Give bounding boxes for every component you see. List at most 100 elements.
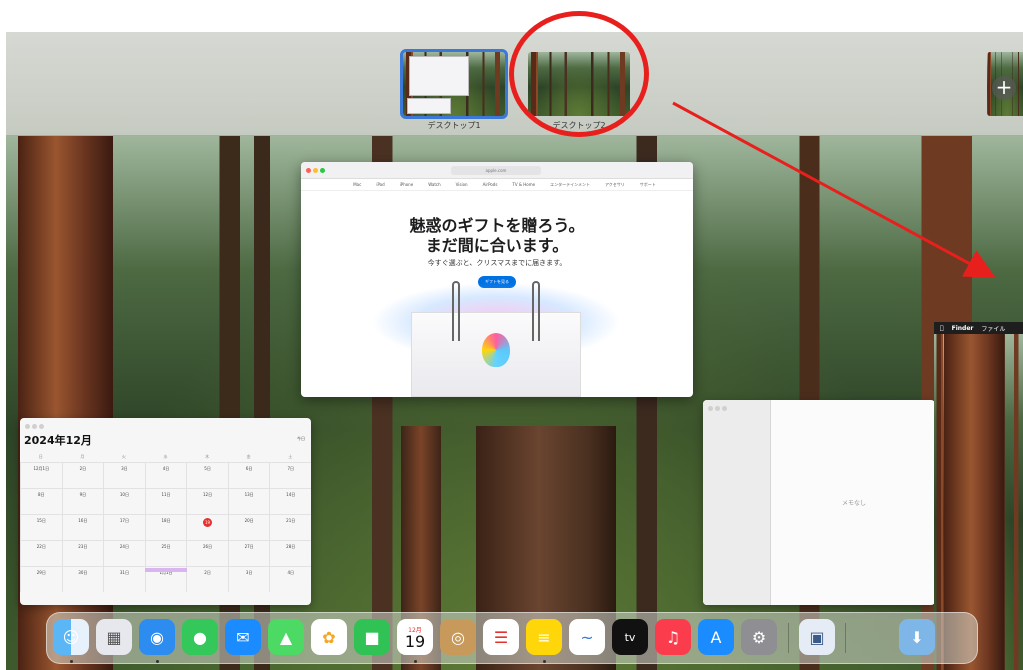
calendar-icon[interactable]: 12月 19 [397, 619, 433, 655]
day-cell[interactable]: 4日 [144, 462, 187, 488]
maps-icon[interactable]: ▲ [268, 619, 304, 655]
day-cell[interactable]: 25日 [144, 540, 187, 566]
apple-menu-icon[interactable]:  [940, 325, 944, 332]
zoom-button[interactable] [39, 424, 44, 429]
menu-file[interactable]: ファイル [981, 324, 1005, 333]
day-cell[interactable]: 4日 [269, 566, 311, 592]
nav-item[interactable]: TV & Home [512, 182, 535, 187]
mail-icon[interactable]: ✉ [225, 619, 261, 655]
notes-window[interactable]: メモなし [703, 400, 935, 605]
safari-window[interactable]: apple.com Mac iPad iPhone Watch Vision A… [301, 162, 693, 397]
calendar-window[interactable]: 2024年12月 今日 日 月 火 水 木 金 土 12月1日 2日 3日 4日… [20, 418, 311, 605]
today-cell[interactable]: 19 [186, 514, 228, 540]
weekday-label: 金 [246, 454, 251, 459]
nav-item[interactable]: Vision [456, 182, 468, 187]
add-desktop-button[interactable]: + [992, 76, 1016, 100]
tv-icon[interactable]: tv [612, 619, 648, 655]
day-cell[interactable]: 29日 [20, 566, 62, 592]
preview-icon[interactable]: ▣ [799, 619, 835, 655]
day-cell[interactable]: 7日 [269, 462, 311, 488]
weekday-label: 月 [80, 454, 85, 459]
today-button[interactable]: 今日 [297, 436, 305, 442]
nav-item[interactable]: Mac [353, 182, 361, 187]
facetime-icon[interactable]: ■ [354, 619, 390, 655]
day-cell[interactable]: 27日 [227, 540, 270, 566]
hero-title-line-2: まだ間に合います。 [425, 236, 569, 255]
day-cell[interactable]: 15日 [20, 514, 62, 540]
day-cell[interactable]: 12日 [186, 488, 228, 514]
nav-item[interactable]: iPhone [400, 182, 414, 187]
zoom-button[interactable] [320, 168, 325, 173]
desktop-1-thumbnail[interactable] [400, 49, 508, 119]
minimize-button[interactable] [313, 168, 318, 173]
day-cell[interactable]: 8日 [20, 488, 62, 514]
weekday-label: 水 [163, 454, 168, 459]
day-cell[interactable]: 14日 [269, 488, 311, 514]
close-button[interactable] [708, 406, 713, 411]
minimize-button[interactable] [32, 424, 37, 429]
day-cell[interactable]: 28日 [269, 540, 311, 566]
close-button[interactable] [25, 424, 30, 429]
nav-item[interactable]: アクセサリ [605, 182, 625, 188]
zoom-button[interactable] [722, 406, 727, 411]
finder-icon[interactable]: ☺ [53, 619, 89, 655]
settings-icon[interactable]: ⚙ [741, 619, 777, 655]
dock: ☺ ▦ ◉ ● ✉ ▲ ✿ ■ 12月 19 ◎ ☰ ≡ ~ tv ♫ A ⚙ … [46, 612, 978, 664]
day-cell[interactable]: 17日 [103, 514, 145, 540]
dock-separator [845, 623, 846, 653]
day-cell[interactable]: 10日 [103, 488, 145, 514]
day-cell[interactable]: 20日 [227, 514, 270, 540]
day-cell[interactable]: 18日 [144, 514, 187, 540]
nav-item[interactable]: Watch [428, 182, 440, 187]
freeform-icon[interactable]: ~ [569, 619, 605, 655]
notes-icon[interactable]: ≡ [526, 619, 562, 655]
contacts-icon[interactable]: ◎ [440, 619, 476, 655]
day-cell[interactable]: 30日 [61, 566, 104, 592]
nav-item[interactable]: iPad [376, 182, 384, 187]
calendar-event[interactable] [145, 568, 187, 572]
reminders-icon[interactable]: ☰ [483, 619, 519, 655]
day-cell[interactable]: 26日 [186, 540, 228, 566]
day-cell[interactable]: 3日 [103, 462, 145, 488]
menu-finder[interactable]: Finder [952, 325, 974, 332]
bag-handle [452, 281, 460, 341]
hero-title: 魅惑のギフトを贈ろう。 まだ間に合います。 [301, 216, 693, 256]
menu-bar:  Finder ファイル [934, 322, 1023, 334]
tv-icon-label: tv [624, 630, 636, 644]
annotation-circle [509, 11, 649, 137]
weekday-label: 木 [205, 454, 210, 459]
messages-icon[interactable]: ● [182, 619, 218, 655]
bag-handle [532, 281, 540, 341]
day-cell[interactable]: 23日 [61, 540, 104, 566]
launchpad-icon[interactable]: ▦ [96, 619, 132, 655]
nav-item[interactable]: AirPods [483, 182, 498, 187]
appstore-icon[interactable]: A [698, 619, 734, 655]
mini-calendar-window [407, 98, 451, 114]
day-cell[interactable]: 13日 [227, 488, 270, 514]
nav-item[interactable]: サポート [640, 182, 656, 188]
safari-toolbar: apple.com [301, 162, 693, 179]
close-button[interactable] [306, 168, 311, 173]
minimize-button[interactable] [715, 406, 720, 411]
day-cell[interactable]: 5日 [186, 462, 228, 488]
day-cell[interactable]: 2日 [186, 566, 228, 592]
day-cell[interactable]: 11日 [144, 488, 187, 514]
safari-icon[interactable]: ◉ [139, 619, 175, 655]
day-cell[interactable]: 9日 [61, 488, 104, 514]
day-cell[interactable]: 6日 [227, 462, 270, 488]
music-icon[interactable]: ♫ [655, 619, 691, 655]
day-cell[interactable]: 16日 [61, 514, 104, 540]
day-cell[interactable]: 24日 [103, 540, 145, 566]
day-cell[interactable]: 31日 [103, 566, 145, 592]
day-cell[interactable]: 22日 [20, 540, 62, 566]
apple-nav-bar: Mac iPad iPhone Watch Vision AirPods TV … [301, 179, 693, 191]
nav-item[interactable]: エンターテインメント [550, 182, 590, 188]
day-cell[interactable]: 12月1日 [20, 462, 62, 488]
downloads-icon[interactable]: ⬇ [899, 619, 935, 655]
mini-safari-window [409, 56, 469, 96]
day-cell[interactable]: 3日 [227, 566, 270, 592]
photos-icon[interactable]: ✿ [311, 619, 347, 655]
address-bar[interactable]: apple.com [451, 166, 541, 175]
day-cell[interactable]: 2日 [61, 462, 104, 488]
day-cell[interactable]: 21日 [269, 514, 311, 540]
